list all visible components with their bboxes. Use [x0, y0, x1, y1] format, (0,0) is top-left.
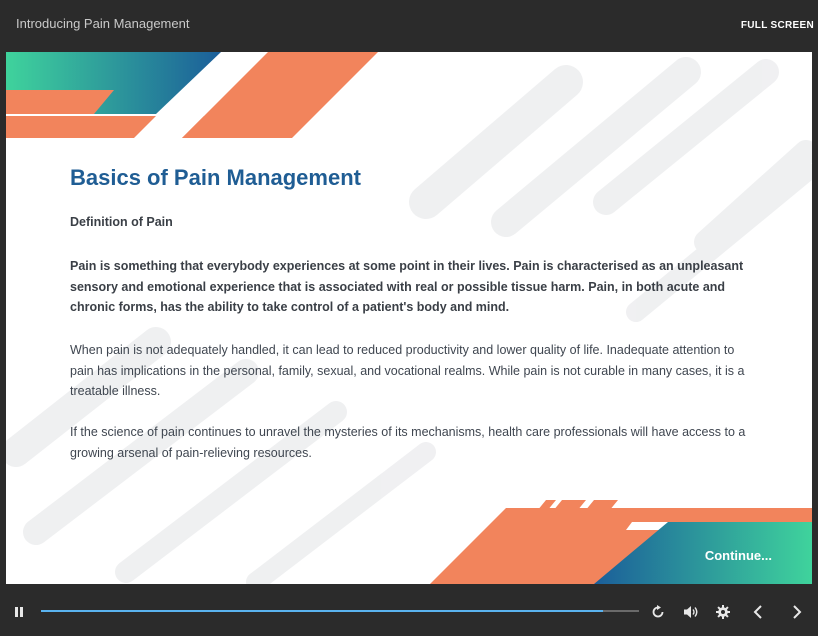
page-title: Basics of Pain Management [70, 165, 361, 190]
progress-fill [41, 610, 604, 612]
volume-icon [684, 606, 698, 618]
volume-button[interactable] [681, 602, 701, 622]
paragraph-definition: Pain is something that everybody experie… [70, 259, 744, 314]
section-subheading: Definition of Pain [70, 215, 173, 229]
previous-icon [753, 605, 762, 619]
settings-button[interactable] [713, 602, 733, 622]
player-controls [0, 588, 818, 636]
progress-bar[interactable] [41, 610, 639, 612]
replay-icon [652, 605, 664, 618]
top-bar: Introducing Pain Management FULL SCREEN [0, 0, 818, 50]
paragraph-science: If the science of pain continues to unra… [70, 425, 746, 460]
top-left-ornament [6, 52, 378, 138]
previous-button[interactable] [748, 602, 768, 622]
course-title: Introducing Pain Management [16, 16, 190, 31]
paragraph-impact: When pain is not adequately handled, it … [70, 343, 745, 398]
settings-icon [716, 605, 730, 619]
fullscreen-button[interactable]: FULL SCREEN [741, 20, 814, 31]
bottom-right-ornament [430, 500, 812, 584]
pause-icon [15, 607, 23, 617]
replay-button[interactable] [648, 602, 668, 622]
next-button[interactable] [787, 602, 807, 622]
pause-button[interactable] [9, 602, 29, 622]
next-icon [793, 605, 802, 619]
slide-decoration [6, 52, 812, 584]
slide-panel: Basics of Pain Management Definition of … [6, 52, 812, 584]
continue-button[interactable]: Continue... [705, 548, 772, 563]
